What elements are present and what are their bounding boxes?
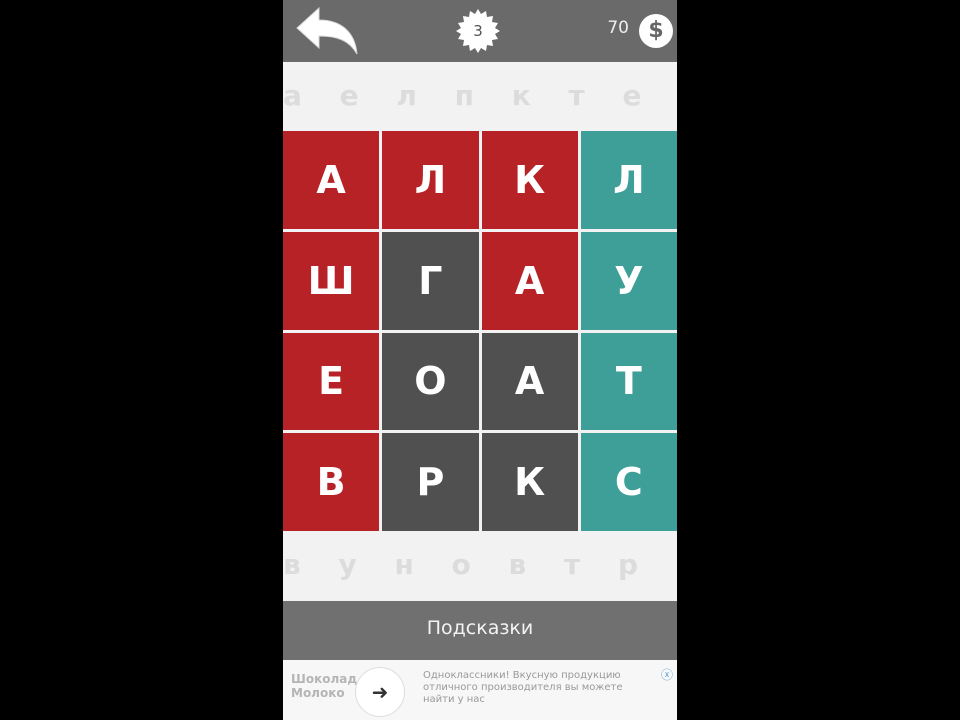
- level-badge: 3: [455, 8, 501, 54]
- letter-tile[interactable]: Е: [283, 332, 380, 431]
- arrow-right-icon[interactable]: ➜: [355, 667, 405, 717]
- letter-tile[interactable]: Л: [580, 131, 677, 229]
- dollar-icon[interactable]: $: [639, 14, 673, 48]
- letter-tile[interactable]: К: [481, 131, 578, 229]
- ad-text: Одноклассники! Вкусную продукцию отлично…: [423, 670, 623, 705]
- letter-tile[interactable]: Ш: [283, 231, 380, 330]
- close-icon[interactable]: ⓧ: [661, 666, 673, 683]
- letter-tile[interactable]: О: [382, 332, 479, 431]
- back-arrow-icon: [296, 6, 358, 55]
- top-bar: 3 70 $: [283, 0, 677, 62]
- letter-tile[interactable]: К: [481, 433, 578, 531]
- background-letters-bottom: в у н о в т р о к а о е: [283, 548, 677, 581]
- background-letters-top: а е л п к т е т у о а м ш о: [283, 79, 677, 112]
- ad-logo: Шоколад Молоко: [291, 672, 358, 700]
- coin-count: 70: [607, 18, 629, 38]
- letter-tile[interactable]: Г: [382, 231, 479, 330]
- letter-tile[interactable]: Л: [382, 131, 479, 229]
- letter-tile[interactable]: А: [283, 131, 380, 229]
- letter-tile[interactable]: Р: [382, 433, 479, 531]
- level-number: 3: [473, 22, 483, 40]
- letter-tile[interactable]: Т: [580, 332, 677, 431]
- letter-tile[interactable]: А: [481, 332, 578, 431]
- letter-tile[interactable]: У: [580, 231, 677, 330]
- game-screen: 3 70 $ а е л п к т е т у о а м ш о АЛКЛШ…: [283, 0, 677, 720]
- back-button[interactable]: [293, 6, 363, 56]
- letter-tile[interactable]: А: [481, 231, 578, 330]
- hints-button[interactable]: Подсказки: [283, 601, 677, 660]
- ad-banner[interactable]: Шоколад Молоко ➜ Одноклассники! Вкусную …: [283, 660, 677, 720]
- letter-tile[interactable]: С: [580, 433, 677, 531]
- letter-grid: АЛКЛШГАУЕОАТВРКС: [283, 131, 677, 531]
- letter-tile[interactable]: В: [283, 433, 380, 531]
